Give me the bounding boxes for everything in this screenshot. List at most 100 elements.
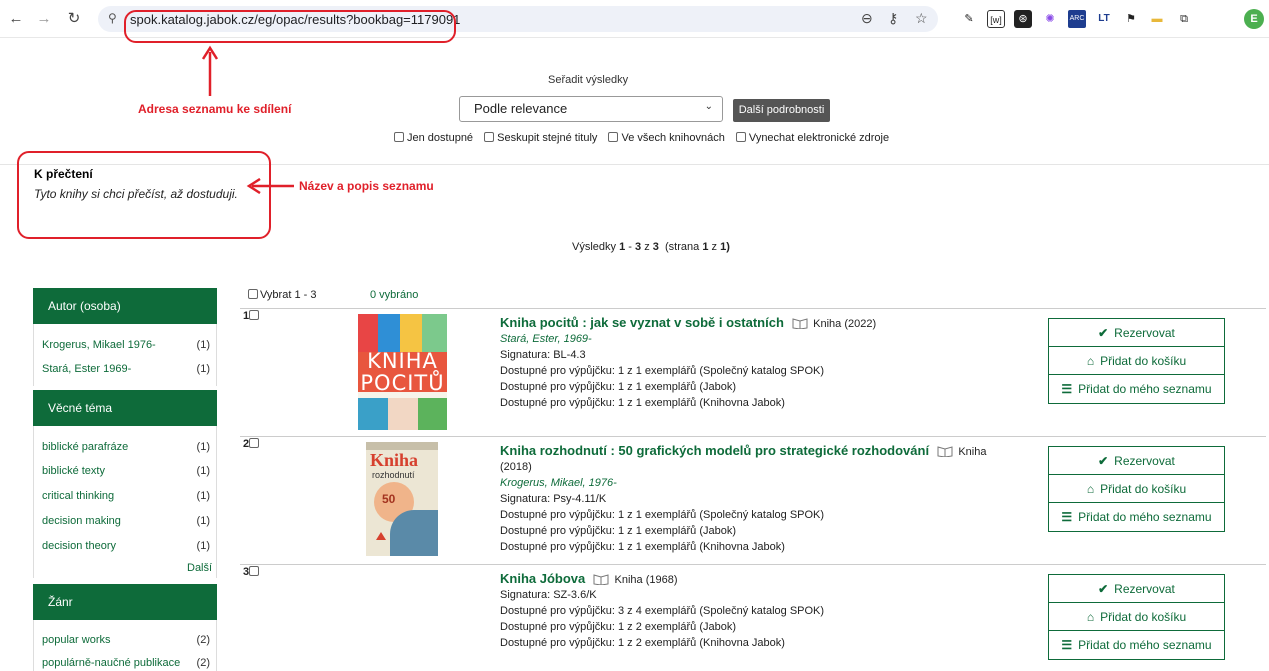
facet-author-header[interactable]: Autor (osoba) <box>33 288 217 324</box>
record-title-row: Kniha pocitů : jak se vyznat v sobě i os… <box>500 315 876 330</box>
facet-genre-header[interactable]: Žánr <box>33 584 217 620</box>
arc-extension-icon[interactable]: ARC <box>1068 10 1086 28</box>
facet-item[interactable]: biblické texty (1) <box>42 465 210 477</box>
record-checkbox[interactable] <box>249 310 260 320</box>
selected-count[interactable]: 0 vybráno <box>370 289 418 301</box>
cover-title: POCITŮ <box>360 371 445 395</box>
record-title-row: Kniha Jóbova Kniha (1968) <box>500 571 678 586</box>
checkbox[interactable] <box>735 132 746 142</box>
facet-item[interactable]: decision theory (1) <box>42 540 210 552</box>
record-format: Kniha (1968) <box>614 574 678 586</box>
add-to-cart-button[interactable]: ⌂ Přidat do košíku <box>1049 603 1224 631</box>
record-author-link[interactable]: Stará, Ester, 1969- <box>500 333 592 345</box>
extensions-icon[interactable]: ⧉ <box>1175 10 1193 28</box>
flag-extension-icon[interactable]: ⚑ <box>1122 10 1140 28</box>
filter-exclude-electronic[interactable]: Vynechat elektronické zdroje <box>735 132 889 144</box>
reserve-button[interactable]: ✔ Rezervovat <box>1049 575 1224 603</box>
reload-icon[interactable]: ↻ <box>64 9 84 29</box>
site-info-icon[interactable]: ⚲ <box>108 11 117 25</box>
up-arrow-icon <box>201 45 219 96</box>
filter-all-libraries[interactable]: Ve všech knihovnách <box>608 132 725 144</box>
basket-icon: ⌂ <box>1086 610 1095 624</box>
record-title-link[interactable]: Kniha Jóbova <box>500 571 585 586</box>
record-callnumber: Signatura: SZ-3.6/K <box>500 589 597 601</box>
filter-checkboxes: Jen dostupné Seskupit stejné tituly Ve v… <box>394 132 897 144</box>
facet-author-body <box>33 324 217 386</box>
add-to-cart-button[interactable]: ⌂ Přidat do košíku <box>1049 347 1224 375</box>
back-icon[interactable]: ← <box>6 9 26 29</box>
filter-group-titles[interactable]: Seskupit stejné tituly <box>484 132 597 144</box>
forward-icon[interactable]: → <box>34 9 54 29</box>
book-cover-image[interactable]: KNIHA POCITŮ <box>358 314 447 430</box>
facet-more-link[interactable]: Další <box>187 562 212 574</box>
sort-title: Seřadit výsledky <box>548 74 629 86</box>
divider <box>240 308 1266 309</box>
url-annotation-text: Adresa seznamu ke sdílení <box>138 102 292 116</box>
lt-extension-icon[interactable]: LT <box>1095 10 1113 28</box>
basket-icon: ⌂ <box>1086 482 1095 496</box>
facet-item[interactable]: decision making (1) <box>42 515 210 527</box>
check-icon: ✔ <box>1098 582 1109 596</box>
record-holding: Dostupné pro výpůjčku: 1 z 1 exemplářů (… <box>500 381 737 393</box>
bookmark-star-icon[interactable]: ☆ <box>915 10 928 27</box>
record-number: 1 <box>243 310 261 322</box>
folder-extension-icon[interactable]: ▬ <box>1148 10 1166 28</box>
record-holding: Dostupné pro výpůjčku: 1 z 1 exemplářů (… <box>500 397 785 409</box>
record-holding: Dostupné pro výpůjčku: 1 z 1 exemplářů (… <box>500 525 737 537</box>
add-to-cart-button[interactable]: ⌂ Přidat do košíku <box>1049 475 1224 503</box>
sort-select[interactable]: Podle relevance ⌄ <box>459 96 723 122</box>
record-author-link[interactable]: Krogerus, Mikael, 1976- <box>500 477 617 489</box>
add-to-my-list-button[interactable]: ☰ Přidat do mého seznamu <box>1049 631 1224 659</box>
record-holding: Dostupné pro výpůjčku: 1 z 1 exemplářů (… <box>500 365 825 377</box>
chevron-down-icon: ⌄ <box>704 101 713 112</box>
sort-selected-value: Podle relevance <box>474 101 568 116</box>
add-to-my-list-button[interactable]: ☰ Přidat do mého seznamu <box>1049 375 1224 403</box>
add-to-my-list-button[interactable]: ☰ Přidat do mého seznamu <box>1049 503 1224 531</box>
filter-available[interactable]: Jen dostupné <box>394 132 473 144</box>
puzzle-flower-extension-icon[interactable]: ✺ <box>1041 10 1059 28</box>
facet-item[interactable]: biblické parafráze (1) <box>42 441 210 453</box>
record-holding: Dostupné pro výpůjčku: 3 z 4 exemplářů (… <box>500 605 825 617</box>
url-annotation-box <box>124 10 456 43</box>
record-actions: ✔ Rezervovat ⌂ Přidat do košíku ☰ Přidat do… <box>1048 446 1225 532</box>
zoom-icon[interactable]: ⊖ <box>861 10 873 27</box>
checkbox[interactable] <box>608 132 619 142</box>
facet-item[interactable]: popular works (2) <box>42 634 210 646</box>
facet-item[interactable]: Stará, Ester 1969- (1) <box>42 363 210 375</box>
record-actions: ✔ Rezervovat ⌂ Přidat do košíku ☰ Přidat do… <box>1048 574 1225 660</box>
book-format-icon <box>937 446 953 457</box>
facet-item[interactable]: Krogerus, Mikael 1976- (1) <box>42 339 210 351</box>
record-title-link[interactable]: Kniha rozhodnutí : 50 grafických modelů … <box>500 443 929 458</box>
checkbox[interactable] <box>248 289 258 299</box>
password-key-icon[interactable]: ⚷ <box>888 10 898 27</box>
ai-extension-icon[interactable]: ⊛ <box>1014 10 1032 28</box>
reserve-button[interactable]: ✔ Rezervovat <box>1049 447 1224 475</box>
record-actions: ✔ Rezervovat ⌂ Přidat do košíku ☰ Přidat do… <box>1048 318 1225 404</box>
list-icon: ☰ <box>1061 510 1073 524</box>
checkbox[interactable] <box>484 132 495 142</box>
facet-subject-header[interactable]: Věcné téma <box>33 390 217 426</box>
profile-avatar[interactable]: E <box>1244 9 1264 29</box>
facet-item[interactable]: critical thinking (1) <box>42 490 210 502</box>
checkbox[interactable] <box>394 132 404 142</box>
more-details-button[interactable]: Další podrobnosti <box>733 99 830 122</box>
record-number: 2 <box>243 438 261 450</box>
record-holding: Dostupné pro výpůjčku: 1 z 1 exemplářů (… <box>500 509 825 521</box>
bracket-extension-icon[interactable]: [w] <box>987 10 1005 28</box>
cover-title: Kniha <box>370 450 419 470</box>
book-cover-image[interactable]: Kniha rozhodnutí 50 <box>366 442 438 556</box>
facet-item[interactable]: populárně-naučné publikace (2) <box>42 657 210 669</box>
list-icon: ☰ <box>1061 638 1073 652</box>
reserve-button[interactable]: ✔ Rezervovat <box>1049 319 1224 347</box>
select-all-checkbox[interactable]: Vybrat 1 - 3 <box>248 289 316 301</box>
record-checkbox[interactable] <box>249 566 260 576</box>
record-callnumber: Signatura: BL-4.3 <box>500 349 586 361</box>
check-icon: ✔ <box>1098 454 1109 468</box>
record-title-link[interactable]: Kniha pocitů : jak se vyznat v sobě i os… <box>500 315 784 330</box>
cover-title: KNIHA <box>367 349 438 373</box>
check-icon: ✔ <box>1098 326 1109 340</box>
record-callnumber: Signatura: Psy-4.11/K <box>500 493 607 505</box>
eyedropper-extension-icon[interactable]: ✎ <box>960 10 978 28</box>
book-format-icon <box>792 318 808 329</box>
record-checkbox[interactable] <box>249 438 260 448</box>
